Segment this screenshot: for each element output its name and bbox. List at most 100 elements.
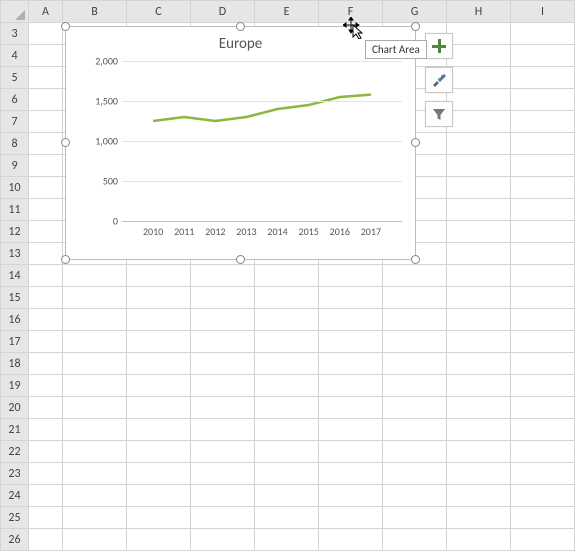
- cell-I19[interactable]: [511, 375, 575, 397]
- cell-E18[interactable]: [255, 353, 319, 375]
- cell-A14[interactable]: [29, 265, 63, 287]
- resize-handle-b[interactable]: [236, 255, 245, 264]
- cell-D15[interactable]: [191, 287, 255, 309]
- cell-A17[interactable]: [29, 331, 63, 353]
- row-header-11[interactable]: 11: [1, 199, 29, 221]
- cell-G21[interactable]: [383, 419, 447, 441]
- chart-styles-button[interactable]: [425, 67, 453, 93]
- cell-F26[interactable]: [319, 529, 383, 551]
- cell-C24[interactable]: [127, 485, 191, 507]
- resize-handle-br[interactable]: [411, 255, 420, 264]
- cell-F25[interactable]: [319, 507, 383, 529]
- cell-E25[interactable]: [255, 507, 319, 529]
- cell-A16[interactable]: [29, 309, 63, 331]
- cell-G16[interactable]: [383, 309, 447, 331]
- cell-A24[interactable]: [29, 485, 63, 507]
- cell-D25[interactable]: [191, 507, 255, 529]
- row-header-22[interactable]: 22: [1, 441, 29, 463]
- cell-E21[interactable]: [255, 419, 319, 441]
- row-header-17[interactable]: 17: [1, 331, 29, 353]
- cell-H6[interactable]: [447, 89, 511, 111]
- row-header-7[interactable]: 7: [1, 111, 29, 133]
- column-header-I[interactable]: I: [511, 1, 575, 23]
- cell-D22[interactable]: [191, 441, 255, 463]
- cell-I17[interactable]: [511, 331, 575, 353]
- cell-A6[interactable]: [29, 89, 63, 111]
- row-header-15[interactable]: 15: [1, 287, 29, 309]
- cell-D26[interactable]: [191, 529, 255, 551]
- cell-I18[interactable]: [511, 353, 575, 375]
- cell-E15[interactable]: [255, 287, 319, 309]
- cell-E20[interactable]: [255, 397, 319, 419]
- cell-E26[interactable]: [255, 529, 319, 551]
- cell-C23[interactable]: [127, 463, 191, 485]
- column-header-F[interactable]: F: [319, 1, 383, 23]
- column-header-G[interactable]: G: [383, 1, 447, 23]
- cell-A18[interactable]: [29, 353, 63, 375]
- cell-B18[interactable]: [63, 353, 127, 375]
- cell-F18[interactable]: [319, 353, 383, 375]
- cell-I24[interactable]: [511, 485, 575, 507]
- cell-D19[interactable]: [191, 375, 255, 397]
- cell-B21[interactable]: [63, 419, 127, 441]
- chart-elements-button[interactable]: [425, 33, 453, 59]
- row-header-24[interactable]: 24: [1, 485, 29, 507]
- row-header-14[interactable]: 14: [1, 265, 29, 287]
- resize-handle-r[interactable]: [411, 138, 420, 147]
- cell-D21[interactable]: [191, 419, 255, 441]
- cell-B15[interactable]: [63, 287, 127, 309]
- cell-B19[interactable]: [63, 375, 127, 397]
- cell-G26[interactable]: [383, 529, 447, 551]
- cell-E24[interactable]: [255, 485, 319, 507]
- cell-I6[interactable]: [511, 89, 575, 111]
- cell-F23[interactable]: [319, 463, 383, 485]
- row-header-4[interactable]: 4: [1, 45, 29, 67]
- cell-G18[interactable]: [383, 353, 447, 375]
- cell-H3[interactable]: [447, 23, 511, 45]
- cell-C26[interactable]: [127, 529, 191, 551]
- cell-C14[interactable]: [127, 265, 191, 287]
- column-header-E[interactable]: E: [255, 1, 319, 23]
- cell-A19[interactable]: [29, 375, 63, 397]
- cell-I14[interactable]: [511, 265, 575, 287]
- select-all-corner[interactable]: [1, 1, 29, 23]
- cell-A10[interactable]: [29, 177, 63, 199]
- cell-I7[interactable]: [511, 111, 575, 133]
- cell-I20[interactable]: [511, 397, 575, 419]
- cell-H8[interactable]: [447, 133, 511, 155]
- cell-A8[interactable]: [29, 133, 63, 155]
- cell-F20[interactable]: [319, 397, 383, 419]
- cell-H23[interactable]: [447, 463, 511, 485]
- cell-A26[interactable]: [29, 529, 63, 551]
- cell-E19[interactable]: [255, 375, 319, 397]
- cell-H17[interactable]: [447, 331, 511, 353]
- cell-F21[interactable]: [319, 419, 383, 441]
- cell-C25[interactable]: [127, 507, 191, 529]
- cell-D17[interactable]: [191, 331, 255, 353]
- resize-handle-bl[interactable]: [61, 255, 70, 264]
- cell-I15[interactable]: [511, 287, 575, 309]
- cell-G23[interactable]: [383, 463, 447, 485]
- cell-A4[interactable]: [29, 45, 63, 67]
- cell-I13[interactable]: [511, 243, 575, 265]
- cell-H4[interactable]: [447, 45, 511, 67]
- cell-B17[interactable]: [63, 331, 127, 353]
- cell-H19[interactable]: [447, 375, 511, 397]
- resize-handle-t[interactable]: [236, 22, 245, 31]
- column-header-B[interactable]: B: [63, 1, 127, 23]
- cell-A22[interactable]: [29, 441, 63, 463]
- cell-I22[interactable]: [511, 441, 575, 463]
- cell-D14[interactable]: [191, 265, 255, 287]
- row-header-16[interactable]: 16: [1, 309, 29, 331]
- cell-E17[interactable]: [255, 331, 319, 353]
- cell-A23[interactable]: [29, 463, 63, 485]
- row-header-20[interactable]: 20: [1, 397, 29, 419]
- cell-F14[interactable]: [319, 265, 383, 287]
- cell-H5[interactable]: [447, 67, 511, 89]
- cell-D23[interactable]: [191, 463, 255, 485]
- cell-I3[interactable]: [511, 23, 575, 45]
- cell-E16[interactable]: [255, 309, 319, 331]
- cell-H12[interactable]: [447, 221, 511, 243]
- cell-A7[interactable]: [29, 111, 63, 133]
- row-header-25[interactable]: 25: [1, 507, 29, 529]
